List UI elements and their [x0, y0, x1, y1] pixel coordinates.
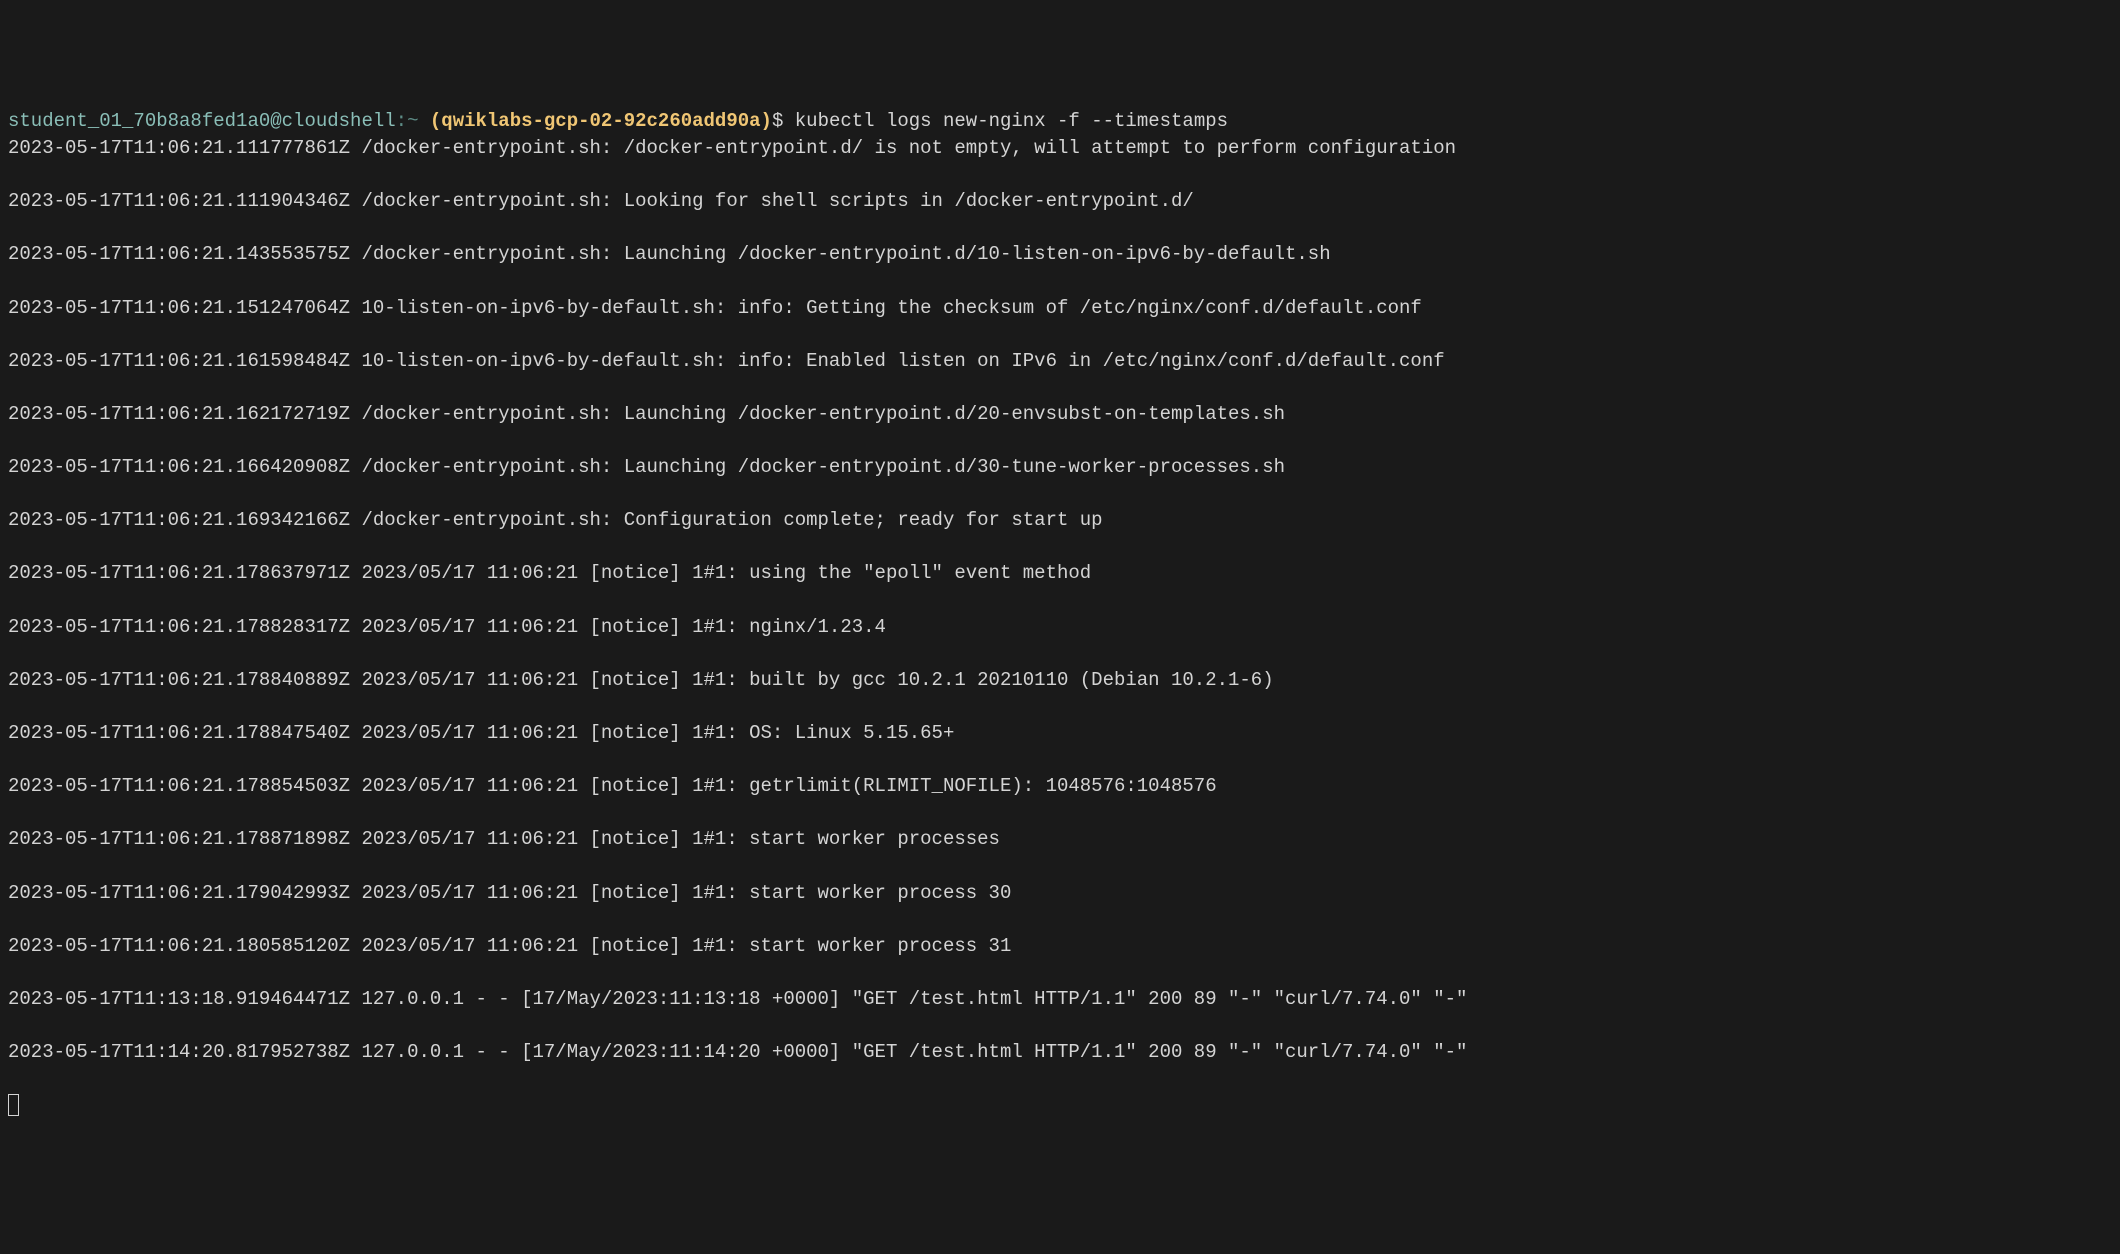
log-line: 2023-05-17T11:13:18.919464471Z 127.0.0.1… — [8, 986, 2112, 1013]
log-line: 2023-05-17T11:06:21.151247064Z 10-listen… — [8, 295, 2112, 322]
log-line: 2023-05-17T11:06:21.178840889Z 2023/05/1… — [8, 667, 2112, 694]
log-line: 2023-05-17T11:06:21.166420908Z /docker-e… — [8, 454, 2112, 481]
prompt-project: (qwiklabs-gcp-02-92c260add90a) — [430, 110, 772, 132]
log-line: 2023-05-17T11:06:21.179042993Z 2023/05/1… — [8, 880, 2112, 907]
log-line: 2023-05-17T11:06:21.180585120Z 2023/05/1… — [8, 933, 2112, 960]
log-line: 2023-05-17T11:06:21.178854503Z 2023/05/1… — [8, 773, 2112, 800]
prompt-separator: :~ — [396, 110, 430, 132]
log-line: 2023-05-17T11:14:20.817952738Z 127.0.0.1… — [8, 1039, 2112, 1066]
log-line: 2023-05-17T11:06:21.111904346Z /docker-e… — [8, 188, 2112, 215]
log-line: 2023-05-17T11:06:21.178828317Z 2023/05/1… — [8, 614, 2112, 641]
log-line: 2023-05-17T11:06:21.162172719Z /docker-e… — [8, 401, 2112, 428]
log-line: 2023-05-17T11:06:21.169342166Z /docker-e… — [8, 507, 2112, 534]
log-line: 2023-05-17T11:06:21.178637971Z 2023/05/1… — [8, 560, 2112, 587]
prompt-user: student_01_70b8a8fed1a0@cloudshell — [8, 110, 396, 132]
log-line: 2023-05-17T11:06:21.111777861Z /docker-e… — [8, 135, 2112, 162]
cursor — [8, 1094, 19, 1116]
log-line: 2023-05-17T11:06:21.161598484Z 10-listen… — [8, 348, 2112, 375]
terminal-window[interactable]: student_01_70b8a8fed1a0@cloudshell:~ (qw… — [0, 106, 2120, 1121]
prompt-command: kubectl logs new-nginx -f --timestamps — [795, 110, 1228, 132]
prompt-dollar: $ — [772, 110, 795, 132]
log-line: 2023-05-17T11:06:21.178871898Z 2023/05/1… — [8, 826, 2112, 853]
log-line: 2023-05-17T11:06:21.143553575Z /docker-e… — [8, 241, 2112, 268]
log-line: 2023-05-17T11:06:21.178847540Z 2023/05/1… — [8, 720, 2112, 747]
